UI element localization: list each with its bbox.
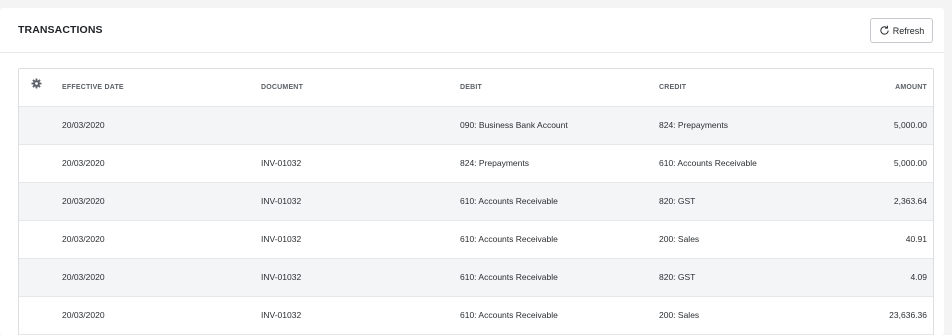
cell-debit: 610: Accounts Receivable [460,272,558,282]
page-title: TRANSACTIONS [18,24,103,36]
cell-document: INV-01032 [261,158,302,168]
cell-debit: 610: Accounts Receivable [460,234,558,244]
table-row[interactable]: 20/03/2020 INV-01032 610: Accounts Recei… [19,297,933,335]
cell-debit: 824: Prepayments [460,158,529,168]
cell-effective-date: 20/03/2020 [62,196,105,206]
gear-icon [31,69,42,106]
cell-amount: 5,000.00 [893,120,927,130]
cell-effective-date: 20/03/2020 [62,272,105,282]
cell-debit: 090: Business Bank Account [460,120,568,130]
cell-amount: 40.91 [905,234,927,244]
table-row[interactable]: 20/03/2020 INV-01032 610: Accounts Recei… [19,221,933,259]
cell-effective-date: 20/03/2020 [62,158,105,168]
cell-credit: 820: GST [659,272,696,282]
table-header-row: EFFECTIVE DATE DOCUMENT DEBIT CREDIT AMO… [19,69,933,107]
transactions-table: EFFECTIVE DATE DOCUMENT DEBIT CREDIT AMO… [18,68,934,335]
cell-document: INV-01032 [261,234,302,244]
panel-header: TRANSACTIONS Refresh [0,8,944,53]
refresh-icon [879,25,890,36]
cell-credit: 200: Sales [659,310,700,320]
column-header-effective-date[interactable]: EFFECTIVE DATE [62,69,124,106]
cell-amount: 5,000.00 [893,158,927,168]
cell-debit: 610: Accounts Receivable [460,310,558,320]
column-header-amount[interactable]: AMOUNT [895,69,927,106]
column-header-credit[interactable]: CREDIT [659,69,686,106]
cell-document: INV-01032 [261,272,302,282]
cell-effective-date: 20/03/2020 [62,310,105,320]
table-row[interactable]: 20/03/2020 INV-01032 824: Prepayments 61… [19,145,933,183]
cell-credit: 824: Prepayments [659,120,728,130]
cell-credit: 610: Accounts Receivable [659,158,757,168]
cell-amount: 23,636.36 [889,310,927,320]
cell-document: INV-01032 [261,196,302,206]
table-row[interactable]: 20/03/2020 INV-01032 610: Accounts Recei… [19,259,933,297]
column-header-document[interactable]: DOCUMENT [261,69,303,106]
cell-credit: 200: Sales [659,234,700,244]
column-settings-button[interactable] [31,69,45,106]
transactions-panel: TRANSACTIONS Refresh EFFECTIVE DATE DOCU… [0,8,944,335]
cell-document: INV-01032 [261,310,302,320]
table-row[interactable]: 20/03/2020 INV-01032 610: Accounts Recei… [19,183,933,221]
cell-amount: 2,363.64 [893,196,927,206]
cell-effective-date: 20/03/2020 [62,234,105,244]
cell-effective-date: 20/03/2020 [62,120,105,130]
cell-debit: 610: Accounts Receivable [460,196,558,206]
column-header-debit[interactable]: DEBIT [460,69,482,106]
refresh-button[interactable]: Refresh [870,18,933,43]
cell-amount: 4.09 [910,272,927,282]
table-row[interactable]: 20/03/2020 090: Business Bank Account 82… [19,107,933,145]
cell-credit: 820: GST [659,196,696,206]
refresh-label: Refresh [892,25,925,36]
